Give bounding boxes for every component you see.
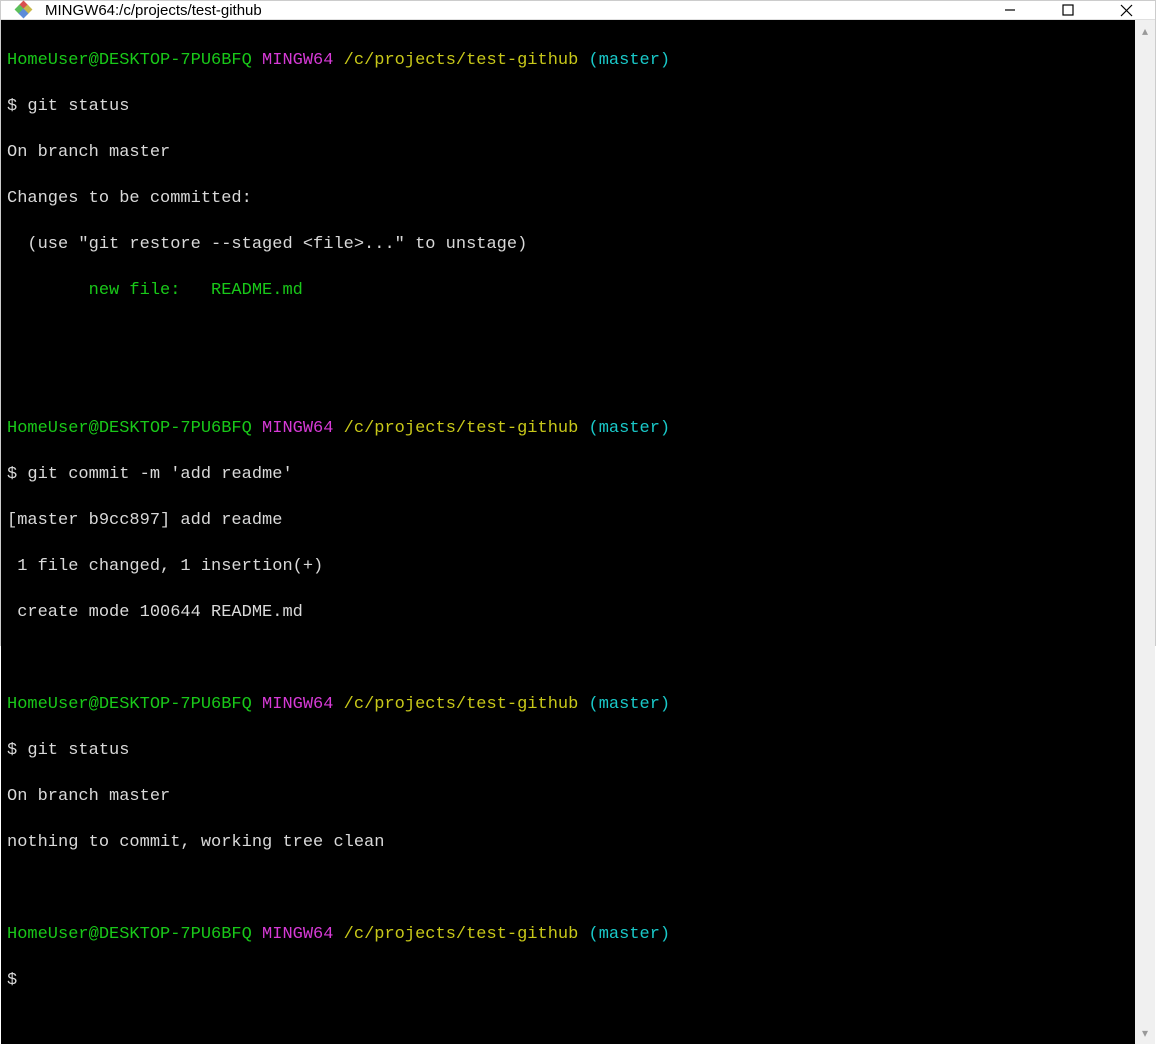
output-line: 1 file changed, 1 insertion(+) [7,555,1129,578]
prompt-path: /c/projects/test-github [344,925,579,944]
command-text: git status [27,97,129,116]
prompt-line: HomeUser@DESKTOP-7PU6BFQ MINGW64 /c/proj… [7,417,1129,440]
output-line: On branch master [7,141,1129,164]
terminal-container: HomeUser@DESKTOP-7PU6BFQ MINGW64 /c/proj… [1,20,1155,1044]
command-text: git commit -m 'add readme' [27,465,292,484]
prompt-sigil: $ [7,465,27,484]
prompt-path: /c/projects/test-github [344,419,579,438]
prompt-line: HomeUser@DESKTOP-7PU6BFQ MINGW64 /c/proj… [7,693,1129,716]
prompt-path: /c/projects/test-github [344,695,579,714]
window-title: MINGW64:/c/projects/test-github [45,2,981,19]
close-button[interactable] [1097,1,1155,19]
prompt-branch: (master) [589,419,671,438]
prompt-line: HomeUser@DESKTOP-7PU6BFQ MINGW64 /c/proj… [7,923,1129,946]
output-line: On branch master [7,785,1129,808]
minimize-button[interactable] [981,1,1039,19]
prompt-shell: MINGW64 [262,925,333,944]
command-line: $ git status [7,95,1129,118]
blank-line [7,371,1129,394]
output-line: Changes to be committed: [7,187,1129,210]
prompt-branch: (master) [589,51,671,70]
window-controls [981,1,1155,19]
blank-line [7,325,1129,348]
prompt-shell: MINGW64 [262,51,333,70]
maximize-button[interactable] [1039,1,1097,19]
prompt-userhost: HomeUser@DESKTOP-7PU6BFQ [7,925,252,944]
prompt-shell: MINGW64 [262,695,333,714]
prompt-userhost: HomeUser@DESKTOP-7PU6BFQ [7,695,252,714]
prompt-path: /c/projects/test-github [344,51,579,70]
scrollbar[interactable]: ▴ ▾ [1135,20,1155,1044]
output-line: (use "git restore --staged <file>..." to… [7,233,1129,256]
command-line: $ git status [7,739,1129,762]
command-line: $ git commit -m 'add readme' [7,463,1129,486]
output-line: create mode 100644 README.md [7,601,1129,624]
staged-file-line: new file: README.md [7,279,1129,302]
command-line[interactable]: $ [7,969,1129,992]
terminal[interactable]: HomeUser@DESKTOP-7PU6BFQ MINGW64 /c/proj… [1,20,1135,1044]
prompt-branch: (master) [589,695,671,714]
prompt-userhost: HomeUser@DESKTOP-7PU6BFQ [7,51,252,70]
output-line: [master b9cc897] add readme [7,509,1129,532]
prompt-sigil: $ [7,97,27,116]
titlebar[interactable]: MINGW64:/c/projects/test-github [1,1,1155,20]
prompt-sigil: $ [7,741,27,760]
scroll-down-icon[interactable]: ▾ [1142,1026,1148,1040]
prompt-shell: MINGW64 [262,419,333,438]
command-text: git status [27,741,129,760]
prompt-line: HomeUser@DESKTOP-7PU6BFQ MINGW64 /c/proj… [7,49,1129,72]
blank-line [7,877,1129,900]
scroll-up-icon[interactable]: ▴ [1142,24,1148,38]
output-line: nothing to commit, working tree clean [7,831,1129,854]
prompt-branch: (master) [589,925,671,944]
prompt-userhost: HomeUser@DESKTOP-7PU6BFQ [7,419,252,438]
window: MINGW64:/c/projects/test-github HomeUser… [0,0,1156,646]
mingw-icon [15,1,33,19]
blank-line [7,647,1129,670]
